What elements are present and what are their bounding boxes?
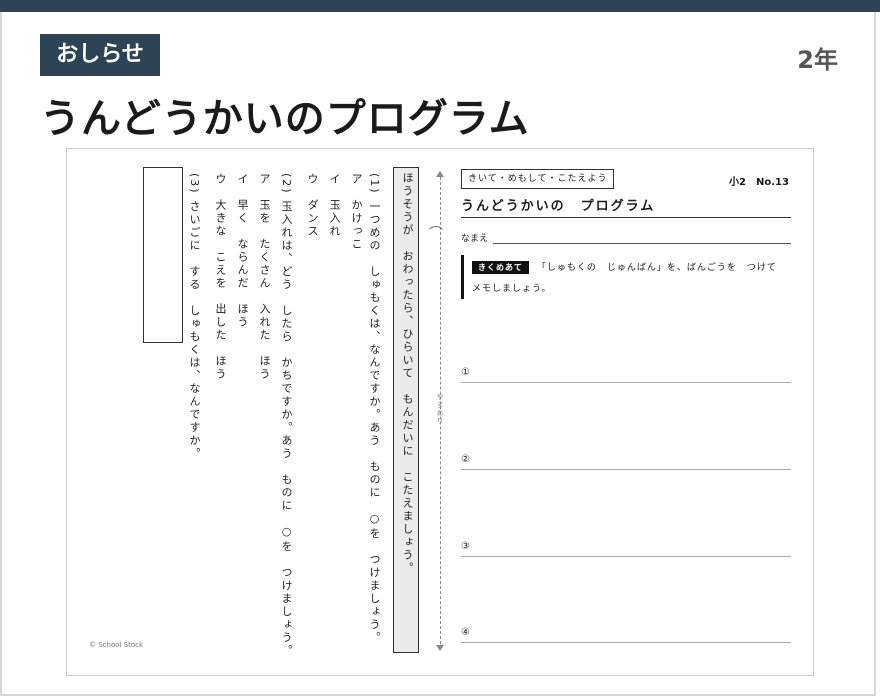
- worksheet-title: うんどうかいの プログラム: [461, 199, 656, 214]
- page-title: うんどうかいのプログラム: [40, 96, 530, 142]
- answer-line-1: ①: [461, 367, 791, 383]
- answer-line-2: ②: [461, 454, 791, 470]
- worksheet-image: (3) さいごに する しゅもくは、なんですか。 ウ 大きな こえを 出した ほ…: [66, 148, 814, 676]
- answer-line-4: ④: [461, 627, 791, 643]
- answer-line-3: ③: [461, 541, 791, 557]
- q1-option-c: ウ ダンス: [306, 173, 319, 238]
- notice-tag: おしらせ: [40, 34, 160, 76]
- fold-icon: ⌒: [429, 226, 443, 242]
- q2-option-b: イ 早く ならんだ ほう: [236, 173, 249, 329]
- instruction-box: ほうそうが おわったら、ひらいて もんだいに こたえましょう。: [393, 167, 419, 653]
- name-label: なまえ: [461, 234, 489, 244]
- fold-label: やまおり: [436, 393, 444, 425]
- top-bar: [0, 0, 880, 12]
- q2-option-c: ウ 大きな こえを 出した ほう: [214, 173, 227, 381]
- grade-label: 2年: [797, 46, 838, 74]
- copyright: © School Stock: [89, 641, 144, 649]
- q1-option-a: ア かけっこ: [350, 173, 363, 251]
- q1-question: (1) 一つめの しゅもくは、なんですか。あう ものに ○を つけましょう。: [368, 173, 381, 645]
- q3-question: (3) さいごに する しゅもくは、なんですか。: [188, 173, 201, 461]
- title-underline: [461, 217, 791, 218]
- q2-option-a: ア 玉を たくさん 入れた ほう: [258, 173, 271, 381]
- q1-option-b: イ 玉入れ: [328, 173, 341, 238]
- fold-arrow-bottom-icon: [436, 645, 444, 651]
- subject-label: きいて・めもして・こたえよう: [461, 169, 615, 189]
- instruction-text: ほうそうが おわったら、ひらいて もんだいに こたえましょう。: [401, 172, 414, 575]
- q2-question: (2) 玉入れは、どう したら かちですか。あう ものに ○を つけましょう。: [280, 173, 293, 658]
- q3-answer-box: [143, 167, 183, 343]
- listening-goal: きくめあて 「しゅもくの じゅんばん」を、ばんごうを つけて メモしましょう。: [461, 255, 791, 299]
- goal-tag: きくめあて: [472, 261, 529, 274]
- name-line: [493, 243, 791, 244]
- sheet-number: 小2 No.13: [729, 177, 789, 188]
